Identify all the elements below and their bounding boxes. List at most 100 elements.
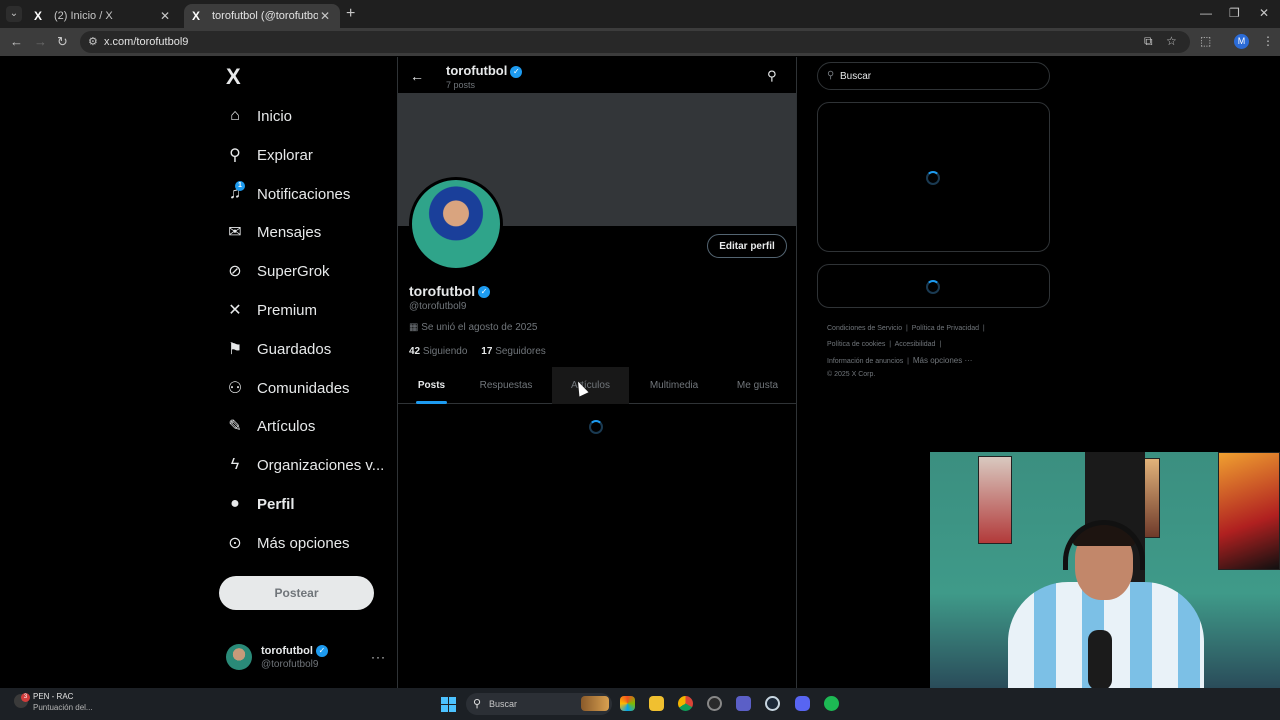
teams-icon[interactable] bbox=[736, 696, 751, 711]
address-bar[interactable]: ⚙ x.com/torofutbol9 bbox=[80, 31, 1190, 53]
person-icon: ● bbox=[230, 495, 240, 512]
post-button[interactable]: Postear bbox=[219, 576, 374, 610]
calendar-icon: ▦ bbox=[409, 322, 422, 333]
suggestions-panel bbox=[817, 264, 1050, 308]
following-count: 42 bbox=[409, 346, 421, 357]
tab-multimedia[interactable]: Multimedia bbox=[642, 367, 706, 404]
minimize-icon[interactable]: — bbox=[1200, 6, 1212, 20]
join-date: Se unió el agosto de 2025 bbox=[421, 322, 538, 333]
footer-link-cookies[interactable]: Política de cookies bbox=[827, 341, 885, 348]
account-switcher[interactable]: torofutbol ✓ @torofutbol9 ··· bbox=[226, 644, 386, 672]
loading-spinner-icon bbox=[589, 420, 603, 434]
sidebar-item-explorar[interactable]: ⚲ Explorar bbox=[226, 141, 313, 169]
wall-poster bbox=[978, 456, 1012, 544]
spotify-icon[interactable] bbox=[824, 696, 839, 711]
tab-search-button[interactable]: ⌄ bbox=[6, 6, 22, 22]
sidebar-item-comunidades[interactable]: ⚇ Comunidades bbox=[226, 374, 350, 402]
github-icon[interactable] bbox=[707, 696, 722, 711]
post-count: 7 posts bbox=[446, 80, 476, 90]
footer-link-terms[interactable]: Condiciones de Servicio bbox=[827, 325, 902, 332]
profile-handle: @torofutbol9 bbox=[409, 301, 467, 312]
back-icon[interactable]: ← bbox=[10, 34, 23, 49]
new-tab-button[interactable]: + bbox=[346, 5, 355, 23]
tab-posts[interactable]: Posts bbox=[416, 367, 447, 404]
profile-column: ← torofutbol ✓ 7 posts ⚲ Editar perfil to… bbox=[397, 57, 797, 688]
windows-start-icon[interactable] bbox=[441, 697, 456, 712]
sidebar-item-label: Premium bbox=[257, 301, 318, 319]
profile-avatar[interactable] bbox=[409, 177, 503, 271]
x-logo-icon[interactable]: X bbox=[226, 64, 241, 90]
site-info-icon[interactable]: ⚙ bbox=[88, 35, 98, 48]
sidebar-item-inicio[interactable]: ⌂ Inicio bbox=[226, 102, 292, 130]
lightning-icon: ϟ bbox=[230, 456, 240, 473]
taskbar-search-placeholder: Buscar bbox=[489, 699, 518, 709]
more-horizontal-icon[interactable]: ··· bbox=[371, 650, 386, 664]
back-arrow-icon[interactable]: ← bbox=[410, 68, 424, 84]
follow-stats: 42 Siguiendo 17 Seguidores bbox=[409, 346, 546, 357]
following-link[interactable]: 42 Siguiendo bbox=[409, 346, 467, 357]
tab-me-gusta[interactable]: Me gusta bbox=[730, 367, 785, 404]
close-icon[interactable]: ✕ bbox=[158, 9, 172, 23]
sidebar-item-guardados[interactable]: ⚑ Guardados bbox=[226, 335, 331, 363]
browser-profile-avatar[interactable]: M bbox=[1234, 34, 1249, 49]
close-icon[interactable]: ✕ bbox=[318, 9, 332, 23]
tab-label: Respuestas bbox=[479, 380, 533, 391]
footer-link-accessibility[interactable]: Accesibilidad bbox=[895, 341, 936, 348]
file-explorer-icon[interactable] bbox=[649, 696, 664, 711]
sidebar-item-notificaciones[interactable]: ♫ 1 Notificaciones bbox=[226, 180, 350, 208]
sidebar-item-label: Organizaciones v... bbox=[257, 456, 385, 474]
tab-respuestas[interactable]: Respuestas bbox=[474, 367, 538, 404]
search-placeholder: Buscar bbox=[840, 71, 872, 82]
sidebar-item-perfil[interactable]: ● Perfil bbox=[226, 490, 294, 518]
sidebar-item-mensajes[interactable]: ✉ Mensajes bbox=[226, 218, 321, 246]
reload-icon[interactable]: ↻ bbox=[57, 34, 68, 50]
extensions-icon[interactable]: ⬚ bbox=[1200, 34, 1211, 48]
widget-title: PEN - RAC bbox=[33, 692, 74, 701]
bookmark-star-icon[interactable]: ☆ bbox=[1166, 34, 1177, 48]
account-name: torofutbol bbox=[261, 645, 313, 657]
followers-link[interactable]: 17 Seguidores bbox=[481, 346, 546, 357]
footer-link-privacy[interactable]: Política de Privacidad bbox=[912, 325, 979, 332]
wall-poster bbox=[1218, 452, 1280, 570]
tab-articulos[interactable]: Artículos bbox=[552, 367, 629, 404]
followers-label: Seguidores bbox=[495, 346, 546, 357]
sidebar-item-label: Notificaciones bbox=[257, 185, 351, 203]
cast-icon[interactable]: ⧉ bbox=[1144, 34, 1153, 49]
profile-name-row: torofutbol ✓ bbox=[409, 283, 491, 299]
footer-link-ads[interactable]: Información de anuncios bbox=[827, 358, 903, 365]
taskbar-widget[interactable]: 3 PEN - RAC Puntuación del... bbox=[14, 692, 93, 712]
profile-name: torofutbol bbox=[409, 283, 476, 299]
chrome-icon[interactable] bbox=[678, 696, 693, 711]
mail-icon: ✉ bbox=[228, 224, 242, 241]
search-input[interactable]: ⚲ Buscar bbox=[817, 62, 1050, 90]
sidebar-item-premium[interactable]: ✕ Premium bbox=[226, 296, 317, 324]
footer-links: Condiciones de Servicio | Política de Pr… bbox=[827, 321, 1037, 383]
taskbar-search-highlight-icon[interactable] bbox=[581, 696, 609, 711]
tab-title: (2) Inicio / X bbox=[54, 10, 113, 22]
browser-tab-profile[interactable]: X torofutbol (@torofutbol9) / X ✕ bbox=[184, 4, 340, 28]
more-circle-icon: ⊙ bbox=[228, 535, 242, 552]
copilot-icon[interactable] bbox=[620, 696, 635, 711]
search-icon[interactable]: ⚲ bbox=[767, 68, 777, 84]
sidebar-item-mas-opciones[interactable]: ⊙ Más opciones bbox=[226, 529, 349, 557]
sidebar-item-label: SuperGrok bbox=[257, 262, 330, 280]
forward-icon[interactable]: → bbox=[34, 34, 47, 49]
steam-icon[interactable] bbox=[765, 696, 780, 711]
discord-icon[interactable] bbox=[795, 696, 810, 711]
browser-tab-inicio[interactable]: X (2) Inicio / X ✕ bbox=[26, 4, 180, 28]
windows-taskbar: 3 PEN - RAC Puntuación del... ⚲ Buscar bbox=[0, 688, 1280, 720]
edit-profile-button[interactable]: Editar perfil bbox=[707, 234, 787, 258]
footer-link-more[interactable]: Más opciones ··· bbox=[913, 356, 973, 365]
verified-badge-icon: ✓ bbox=[315, 645, 328, 658]
browser-menu-icon[interactable]: ⋮ bbox=[1262, 34, 1274, 48]
url-text[interactable]: x.com/torofutbol9 bbox=[104, 36, 188, 48]
close-window-icon[interactable]: ✕ bbox=[1259, 6, 1269, 20]
sidebar-item-label: Guardados bbox=[257, 340, 332, 358]
sidebar-item-supergrok[interactable]: ⊘ SuperGrok bbox=[226, 257, 330, 285]
x-icon: ✕ bbox=[228, 302, 242, 319]
restore-icon[interactable]: ❐ bbox=[1229, 6, 1240, 20]
avatar bbox=[226, 644, 252, 670]
loading-spinner-icon bbox=[926, 280, 940, 294]
sidebar-item-organizaciones[interactable]: ϟ Organizaciones v... bbox=[226, 451, 385, 479]
sidebar-item-articulos[interactable]: ✎ Artículos bbox=[226, 412, 315, 440]
